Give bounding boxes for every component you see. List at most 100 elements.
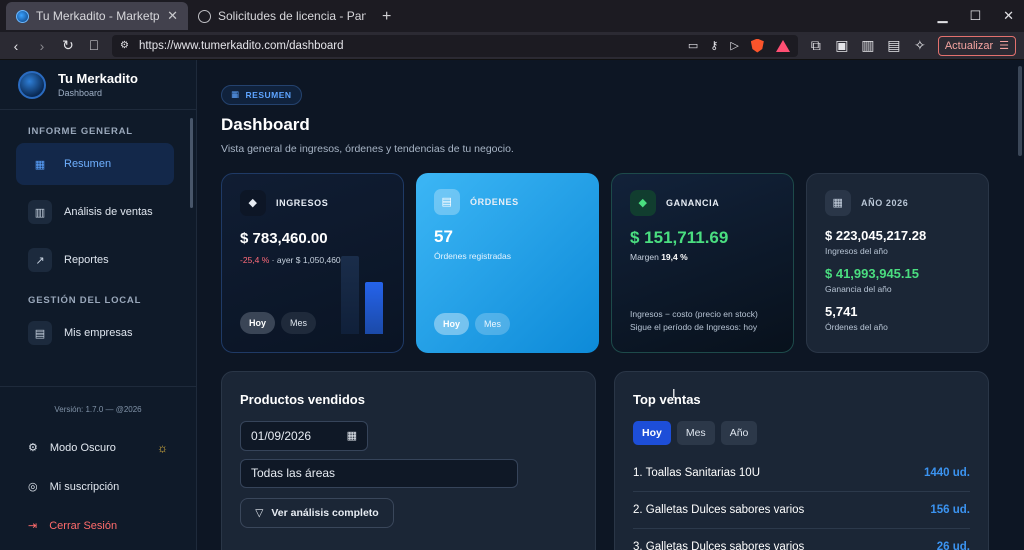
forward-icon[interactable]: ›	[34, 38, 50, 54]
seg-hoy[interactable]: Hoy	[633, 420, 671, 445]
toggle-mes[interactable]: Mes	[281, 311, 317, 334]
site-settings-icon[interactable]: ⚙	[120, 40, 129, 51]
card-anio: ▦ AÑO 2026 $ 223,045,217.28 Ingresos del…	[806, 172, 989, 353]
minimize-icon[interactable]: ▁	[937, 8, 947, 24]
item-name: 3. Galletas Dulces sabores varios	[633, 540, 805, 550]
pill-label: RESUMEN	[245, 89, 292, 100]
sidebar-item-label: Reportes	[64, 254, 109, 266]
tab-tu-merkadito[interactable]: Tu Merkadito - Marketplac ✕	[6, 2, 188, 30]
grid-icon: ▦	[34, 158, 46, 171]
close-window-icon[interactable]: ✕	[1003, 8, 1014, 24]
period-toggle: Hoy Mes	[434, 312, 511, 335]
url-bar[interactable]: ⚙ https://www.tumerkadito.com/dashboard …	[112, 34, 798, 57]
update-button[interactable]: Actualizar ☰	[937, 35, 1016, 56]
sidebar-icon[interactable]: ▥	[860, 37, 876, 54]
cast-icon[interactable]: ▭	[688, 39, 698, 52]
note-line-1: Ingresos − costo (precio en stock)	[630, 308, 758, 319]
list-item[interactable]: 3. Galletas Dulces sabores varios 26 ud.	[633, 529, 970, 550]
bar-today	[365, 281, 383, 334]
site-favicon-icon	[16, 9, 29, 23]
logout-button[interactable]: ⇥ Cerrar Sesión	[0, 506, 196, 545]
send-icon[interactable]: ▷	[730, 39, 738, 52]
text-cursor-icon: I	[672, 385, 676, 401]
building-icon: ▤	[28, 321, 52, 345]
bookmark-icon[interactable]: ⎕	[86, 37, 102, 54]
item-name: 2. Galletas Dulces sabores varios	[633, 503, 805, 516]
app-root: Tu Merkadito Dashboard INFORME GENERAL ▦…	[0, 60, 1024, 550]
list-item[interactable]: 1. Toallas Sanitarias 10U 1440 ud.	[633, 455, 970, 492]
sidebar-item-empresas[interactable]: ▤ Mis empresas	[16, 312, 174, 354]
extensions-icon[interactable]: ⧉	[808, 37, 824, 54]
piggy-bank-icon: ◆	[630, 189, 656, 216]
maximize-icon[interactable]: ☐	[969, 8, 981, 24]
card-ingresos: ◆ INGRESOS $ 783,460.00 -25,4 % · ayer $…	[221, 172, 404, 353]
ganancia-note: Ingresos − costo (precio en stock) Sigue…	[630, 308, 758, 334]
full-analysis-button[interactable]: ▽ Ver análisis completo	[240, 497, 394, 528]
panel-productos-vendidos: Productos vendidos 01/09/2026 ▦ Todas la…	[221, 370, 596, 550]
year-row: $ 41,993,945.15 Ganancia del año	[825, 266, 970, 294]
sidebar-item-label: Análisis de ventas	[64, 206, 153, 218]
panel-title: Top ventas	[633, 391, 701, 407]
area-select[interactable]: Todas las áreas	[240, 458, 518, 488]
section-title-gestion: GESTIÓN DEL LOCAL	[28, 295, 142, 306]
change-percent: -25,4 %	[240, 254, 270, 265]
calendar-icon[interactable]: ▦	[347, 429, 357, 442]
sidebar-scrollbar[interactable]	[190, 118, 193, 208]
back-icon[interactable]: ‹	[8, 38, 24, 54]
globe-icon	[198, 9, 211, 23]
item-name: 1. Toallas Sanitarias 10U	[633, 466, 760, 479]
dark-mode-label: Modo Oscuro	[49, 441, 116, 454]
ganancia-value: $ 151,711.69	[630, 227, 729, 247]
sidebar-item-resumen[interactable]: ▦ Resumen	[16, 143, 174, 185]
update-label: Actualizar	[944, 39, 994, 52]
leo-ai-icon[interactable]: ✧	[912, 37, 928, 54]
reload-icon[interactable]: ↻	[60, 37, 76, 54]
brave-rewards-icon[interactable]	[775, 39, 790, 52]
seg-mes[interactable]: Mes	[676, 420, 715, 445]
sidebar: Tu Merkadito Dashboard INFORME GENERAL ▦…	[0, 60, 197, 550]
date-input[interactable]: 01/09/2026 ▦	[240, 420, 368, 451]
sidebar-item-analisis[interactable]: ▥ Análisis de ventas	[16, 191, 174, 233]
tab-solicitudes[interactable]: Solicitudes de licencia - Panel	[188, 2, 376, 30]
wallet-icon[interactable]: ▤	[886, 37, 902, 54]
period-segment: Hoy Mes Año	[633, 420, 970, 445]
key-icon[interactable]: ⚷	[710, 39, 718, 52]
filter-icon: ▽	[255, 506, 264, 519]
item-qty: 1440 ud.	[923, 466, 970, 479]
subscription-label: Mi suscripción	[49, 480, 120, 493]
toggle-mes[interactable]: Mes	[475, 312, 511, 335]
toggle-hoy[interactable]: Hoy	[434, 312, 470, 335]
year-ordenes-value: 5,741	[825, 303, 858, 319]
piggy-bank-icon: ◆	[240, 189, 266, 216]
button-label: Ver análisis completo	[271, 506, 379, 519]
sidebar-item-reportes[interactable]: ↗ Reportes	[16, 239, 174, 281]
toggle-hoy[interactable]: Hoy	[240, 311, 276, 334]
seg-anio[interactable]: Año	[720, 420, 758, 445]
item-qty: 26 ud.	[936, 540, 970, 550]
previous-value: · ayer $ 1,050,460.00	[269, 254, 353, 265]
window-controls: ▁ ☐ ✕	[937, 8, 1014, 24]
main-scrollbar[interactable]	[1018, 66, 1022, 156]
dark-mode-toggle[interactable]: ⚙ Modo Oscuro ☼	[0, 428, 196, 467]
new-tab-icon[interactable]: +	[382, 8, 391, 26]
sidebar-footer: Versión: 1.7.0 — @2026 ⚙ Modo Oscuro ☼ ◎…	[0, 386, 196, 550]
sun-icon: ☼	[157, 440, 168, 455]
subscription-link[interactable]: ◎ Mi suscripción	[0, 467, 196, 506]
mini-bar-chart	[341, 255, 383, 334]
gear-icon: ⚙	[28, 442, 38, 454]
brave-shield-icon[interactable]	[750, 38, 764, 53]
close-tab-icon[interactable]: ✕	[167, 8, 178, 24]
kpi-cards: ◆ INGRESOS $ 783,460.00 -25,4 % · ayer $…	[221, 172, 1000, 353]
list-item[interactable]: 2. Galletas Dulces sabores varios 156 ud…	[633, 492, 970, 529]
grid-icon: ▦	[231, 89, 240, 99]
year-ordenes-label: Órdenes del año	[825, 321, 888, 332]
screenshot-icon[interactable]: ▣	[834, 37, 850, 54]
trend-icon: ↗	[28, 248, 52, 272]
year-ganancia-label: Ganancia del año	[825, 283, 892, 294]
check-circle-icon: ◎	[28, 481, 38, 493]
brand-subtitle: Dashboard	[58, 88, 103, 98]
panel-title: Productos vendidos	[240, 391, 365, 407]
card-label: GANANCIA	[666, 197, 720, 208]
logout-icon: ⇥	[28, 520, 38, 532]
bar-chart-icon: ▥	[28, 200, 52, 224]
